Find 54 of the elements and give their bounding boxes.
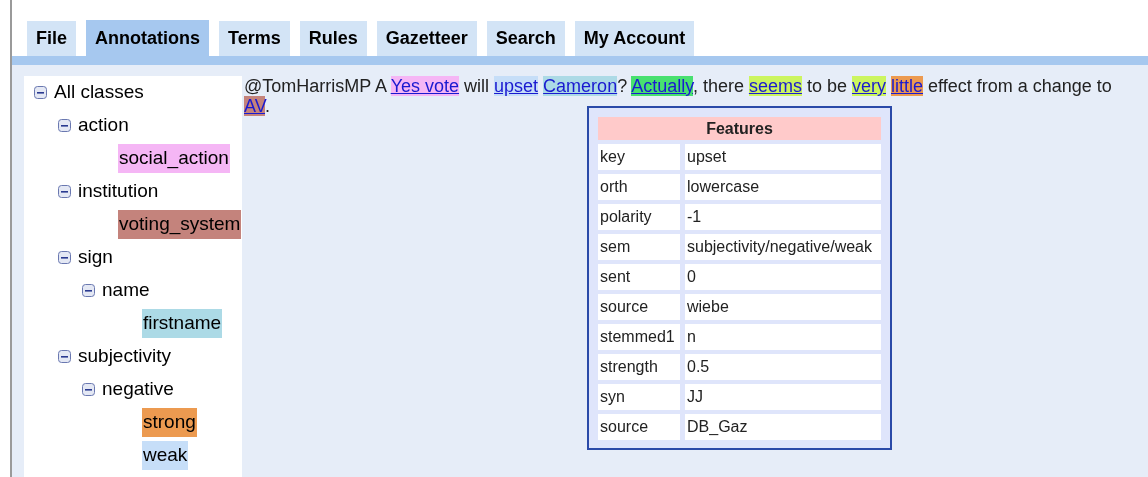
tree-node-label[interactable]: All classes (53, 78, 145, 107)
feature-value-cell: n (685, 324, 881, 350)
feature-key-cell: strength (598, 354, 680, 380)
feature-value-cell: lowercase (685, 174, 881, 200)
tree-node-label[interactable]: name (101, 276, 151, 305)
tab[interactable]: Terms (219, 21, 290, 56)
tree-node-label[interactable]: action (77, 111, 130, 140)
tab[interactable]: My Account (574, 21, 695, 56)
annotation-link[interactable]: little (891, 76, 923, 96)
feature-key-cell: polarity (598, 204, 680, 230)
class-label[interactable]: firstname (142, 309, 223, 338)
collapse-icon[interactable] (58, 185, 71, 198)
feature-key-cell: source (598, 414, 680, 440)
annotation-link[interactable]: seems (748, 76, 802, 96)
tab[interactable]: Annotations (86, 20, 209, 56)
annotation-link[interactable]: Cameron (543, 76, 618, 96)
collapse-icon[interactable] (58, 119, 71, 132)
tree-node-label[interactable]: institution (77, 177, 160, 206)
tree-node-label[interactable]: sign (77, 243, 114, 272)
feature-value-cell: 0 (685, 264, 881, 290)
tab[interactable]: Rules (299, 21, 367, 56)
feature-value-cell: subjectivity/negative/weak (685, 234, 881, 260)
tree-node-label[interactable]: subjectivity (77, 342, 172, 371)
annotation-link[interactable]: Yes vote (390, 76, 460, 96)
tab[interactable]: Search (486, 21, 565, 56)
feature-key-cell: syn (598, 384, 680, 410)
class-label[interactable]: social_action (118, 144, 230, 173)
collapse-icon[interactable] (58, 350, 71, 363)
collapse-icon[interactable] (58, 251, 71, 264)
popup-title: Features (598, 117, 881, 140)
annotation-link[interactable]: Actually (631, 76, 693, 96)
feature-value-cell: upset (685, 144, 881, 170)
collapse-icon[interactable] (34, 86, 47, 99)
feature-key-cell: stemmed1 (598, 324, 680, 350)
class-label[interactable]: voting_system (118, 210, 242, 239)
tab[interactable]: File (27, 21, 76, 56)
feature-value-cell: DB_Gaz (685, 414, 881, 440)
feature-key-cell: source (598, 294, 680, 320)
tree-node-label[interactable]: negative (101, 375, 175, 404)
class-label[interactable]: strong (142, 408, 197, 437)
feature-value-cell: -1 (685, 204, 881, 230)
feature-key-cell: sent (598, 264, 680, 290)
tab[interactable]: Gazetteer (376, 21, 477, 56)
feature-value-cell: JJ (685, 384, 881, 410)
feature-key-cell: key (598, 144, 680, 170)
annotation-link[interactable]: upset (494, 76, 539, 96)
feature-value-cell: 0.5 (685, 354, 881, 380)
class-label[interactable]: weak (142, 441, 189, 470)
collapse-icon[interactable] (82, 284, 95, 297)
collapse-icon[interactable] (82, 383, 95, 396)
feature-value-cell: wiebe (685, 294, 881, 320)
annotation-link[interactable]: very (851, 76, 886, 96)
feature-key-cell: orth (598, 174, 680, 200)
feature-key-cell: sem (598, 234, 680, 260)
